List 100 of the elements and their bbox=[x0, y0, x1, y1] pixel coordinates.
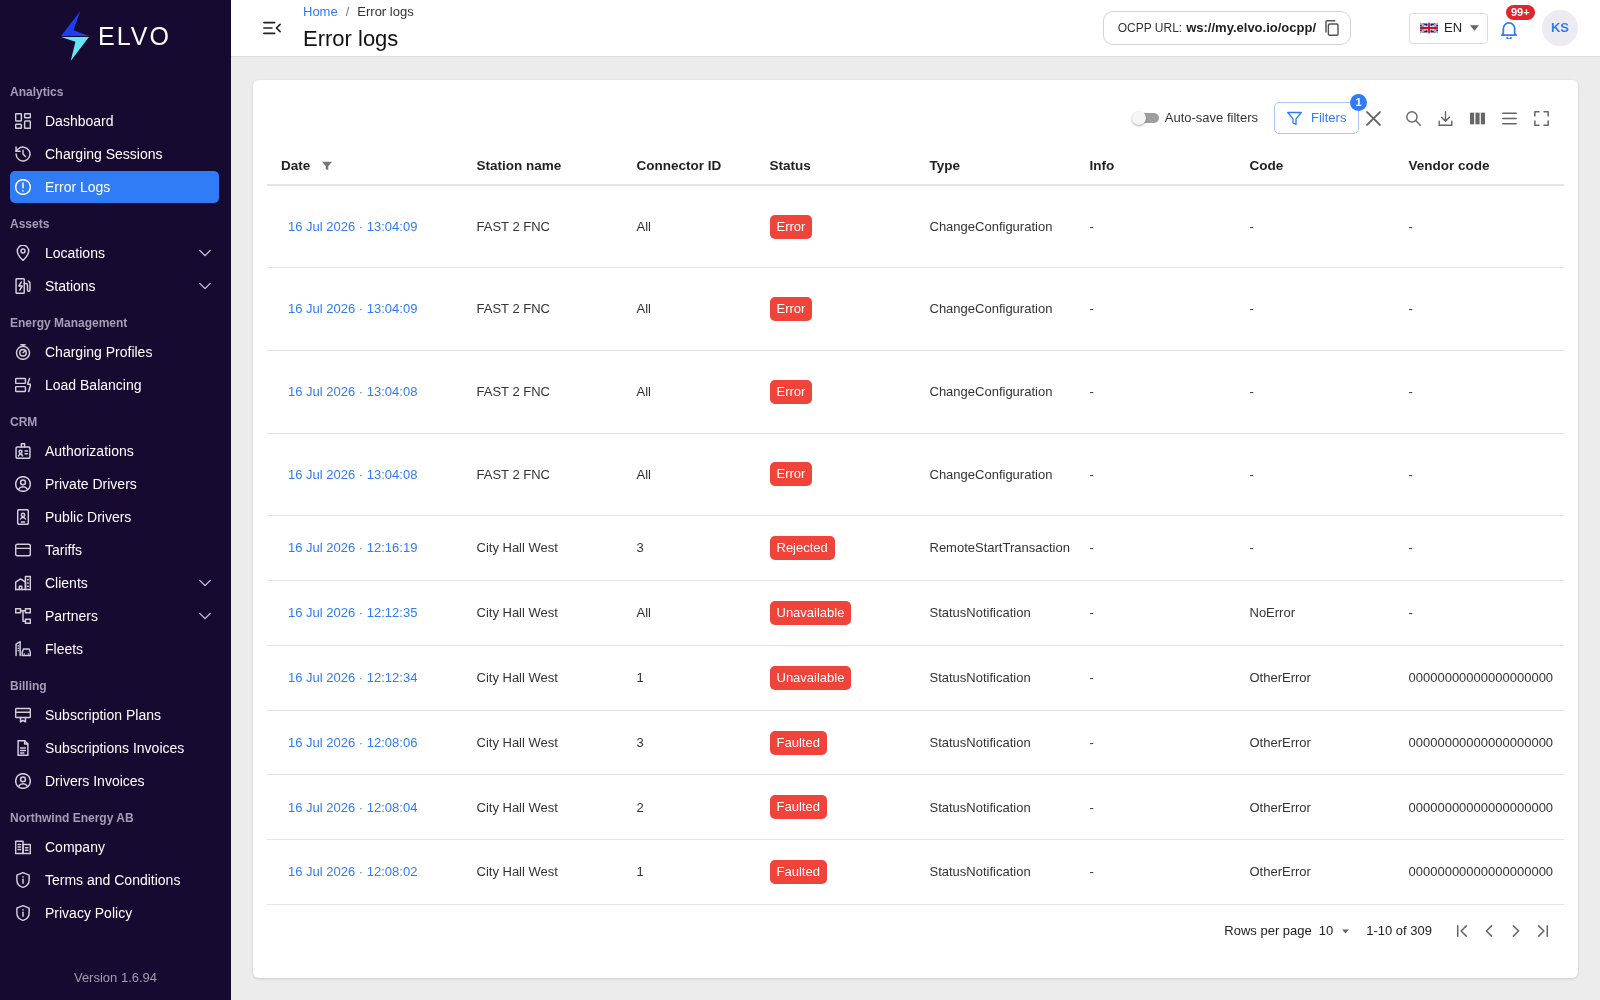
date-link[interactable]: 16 Jul 2026 · 12:12:34 bbox=[288, 670, 418, 685]
table-cell: - bbox=[1394, 580, 1564, 646]
table-cell: ChangeConfiguration bbox=[915, 267, 1076, 351]
nav-item[interactable]: Stations bbox=[10, 270, 219, 302]
ocpp-url-label: OCPP URL: bbox=[1117, 20, 1183, 37]
filter-count: 1 bbox=[1350, 94, 1367, 111]
nav-item[interactable]: Public Drivers bbox=[10, 501, 219, 533]
table-cell: StatusNotification bbox=[915, 774, 1076, 840]
table-cell: NoError bbox=[1235, 580, 1395, 646]
table-cell: - bbox=[1394, 433, 1564, 516]
close-icon bbox=[1365, 110, 1381, 126]
page-range-text: 1-10 of 309 bbox=[1366, 922, 1432, 941]
brand-name: ELVO bbox=[98, 22, 171, 50]
notifications-button[interactable] bbox=[1500, 21, 1518, 39]
language-select[interactable]: EN bbox=[1409, 12, 1488, 44]
table-cell: All bbox=[622, 185, 756, 268]
table-cell: - bbox=[1075, 350, 1236, 434]
nav-item[interactable]: Error Logs bbox=[10, 171, 219, 203]
column-header[interactable]: Station name bbox=[476, 157, 562, 173]
nav-item[interactable]: Subscriptions Invoices bbox=[10, 732, 219, 764]
nav-item[interactable]: Load Balancing bbox=[10, 369, 219, 401]
table-cell: ChangeConfiguration bbox=[915, 433, 1076, 516]
date-link[interactable]: 16 Jul 2026 · 12:12:35 bbox=[288, 605, 418, 621]
date-link[interactable]: 16 Jul 2026 · 13:04:08 bbox=[288, 466, 418, 482]
column-header[interactable]: Date bbox=[281, 157, 311, 173]
chevron-left-icon bbox=[1483, 925, 1495, 938]
column-header[interactable]: Connector ID bbox=[636, 157, 722, 173]
history-icon bbox=[15, 146, 31, 162]
nav-item[interactable]: Locations bbox=[10, 237, 219, 269]
table-cell: City Hall West bbox=[462, 839, 623, 905]
nav-section-title: Analytics bbox=[10, 84, 64, 101]
rows-per-page-select[interactable]: 10 bbox=[1318, 921, 1350, 941]
date-link[interactable]: 16 Jul 2026 · 13:04:08 bbox=[288, 383, 418, 399]
nav-item[interactable]: Clients bbox=[10, 567, 219, 599]
table-cell: - bbox=[1075, 580, 1236, 646]
nav-item[interactable]: Drivers Invoices bbox=[10, 765, 219, 797]
nav-item[interactable]: Charging Profiles bbox=[10, 336, 219, 368]
table-cell: - bbox=[1075, 839, 1236, 905]
breadcrumb-separator: / bbox=[345, 4, 350, 20]
date-link[interactable]: 16 Jul 2026 · 12:08:06 bbox=[288, 734, 418, 750]
hierarchy-icon bbox=[15, 608, 31, 624]
table-cell: 3 bbox=[622, 515, 756, 581]
table-cell: - bbox=[1394, 515, 1564, 581]
table-cell: 1 bbox=[622, 645, 756, 711]
first-page-icon bbox=[1456, 925, 1468, 938]
column-header[interactable]: Vendor code bbox=[1408, 157, 1490, 173]
nav-item[interactable]: Company bbox=[10, 831, 219, 863]
table-cell: All bbox=[622, 580, 756, 646]
table-cell: StatusNotification bbox=[915, 645, 1076, 711]
date-link[interactable]: 16 Jul 2026 · 12:08:02 bbox=[288, 864, 418, 880]
column-header[interactable]: Info bbox=[1089, 157, 1115, 173]
table-cell: 1 bbox=[622, 839, 756, 905]
table-cell: - bbox=[1235, 350, 1395, 434]
nav-item[interactable]: Dashboard bbox=[10, 105, 219, 137]
date-link[interactable]: 16 Jul 2026 · 13:04:09 bbox=[288, 301, 418, 317]
nav-item[interactable]: Authorizations bbox=[10, 435, 219, 467]
nav-item[interactable]: Charging Sessions bbox=[10, 138, 219, 170]
table-cell: All bbox=[622, 433, 756, 516]
charging-station-icon bbox=[15, 278, 31, 294]
column-header[interactable]: Code bbox=[1249, 157, 1284, 173]
table-cell: - bbox=[1394, 267, 1564, 351]
date-link[interactable]: 16 Jul 2026 · 13:04:09 bbox=[288, 218, 418, 234]
status-badge: Faulted bbox=[769, 795, 827, 820]
toggle-switch[interactable] bbox=[1131, 111, 1159, 125]
table-cell: RemoteStartTransaction bbox=[915, 515, 1076, 581]
chevron-right-icon bbox=[1510, 925, 1522, 938]
table-cell: - bbox=[1394, 185, 1564, 268]
table-cell: OtherError bbox=[1235, 839, 1395, 905]
nav-section-title: Billing bbox=[10, 678, 47, 695]
breadcrumb-link[interactable]: Home bbox=[303, 4, 338, 20]
table-cell: - bbox=[1075, 515, 1236, 581]
menu-button[interactable] bbox=[263, 20, 281, 36]
column-header[interactable]: Status bbox=[769, 157, 811, 173]
nav-item[interactable]: Tariffs bbox=[10, 534, 219, 566]
nav-item[interactable]: Private Drivers bbox=[10, 468, 219, 500]
column-header[interactable]: Type bbox=[929, 157, 960, 173]
lightning-bolt-icon bbox=[60, 11, 90, 61]
status-badge: Unavailable bbox=[769, 600, 852, 625]
table-cell: ChangeConfiguration bbox=[915, 185, 1076, 268]
rows-per-page-label: Rows per page bbox=[1224, 922, 1312, 941]
table-cell: All bbox=[622, 350, 756, 434]
date-link[interactable]: 16 Jul 2026 · 12:08:04 bbox=[288, 799, 418, 815]
nav-item[interactable]: Subscription Plans bbox=[10, 699, 219, 731]
table-cell: - bbox=[1394, 350, 1564, 434]
copy-button[interactable] bbox=[1324, 20, 1340, 36]
nav-item[interactable]: Terms and Conditions bbox=[10, 864, 219, 896]
status-badge: Rejected bbox=[769, 536, 835, 561]
grid-icon bbox=[15, 113, 31, 129]
building-icon bbox=[15, 839, 31, 855]
nav-item[interactable]: Partners bbox=[10, 600, 219, 632]
table-cell: - bbox=[1075, 710, 1236, 775]
table-cell: 00000000000000000000 bbox=[1394, 710, 1564, 775]
table-cell: City Hall West bbox=[462, 580, 623, 646]
nav-item[interactable]: Privacy Policy bbox=[10, 897, 219, 929]
id-card-icon bbox=[15, 509, 31, 525]
date-link[interactable]: 16 Jul 2026 · 12:16:19 bbox=[288, 540, 418, 556]
bars-bolt-icon bbox=[15, 377, 31, 393]
nav-item[interactable]: Fleets bbox=[10, 633, 219, 665]
flag-icon bbox=[1420, 22, 1438, 34]
table-cell: - bbox=[1235, 185, 1395, 268]
